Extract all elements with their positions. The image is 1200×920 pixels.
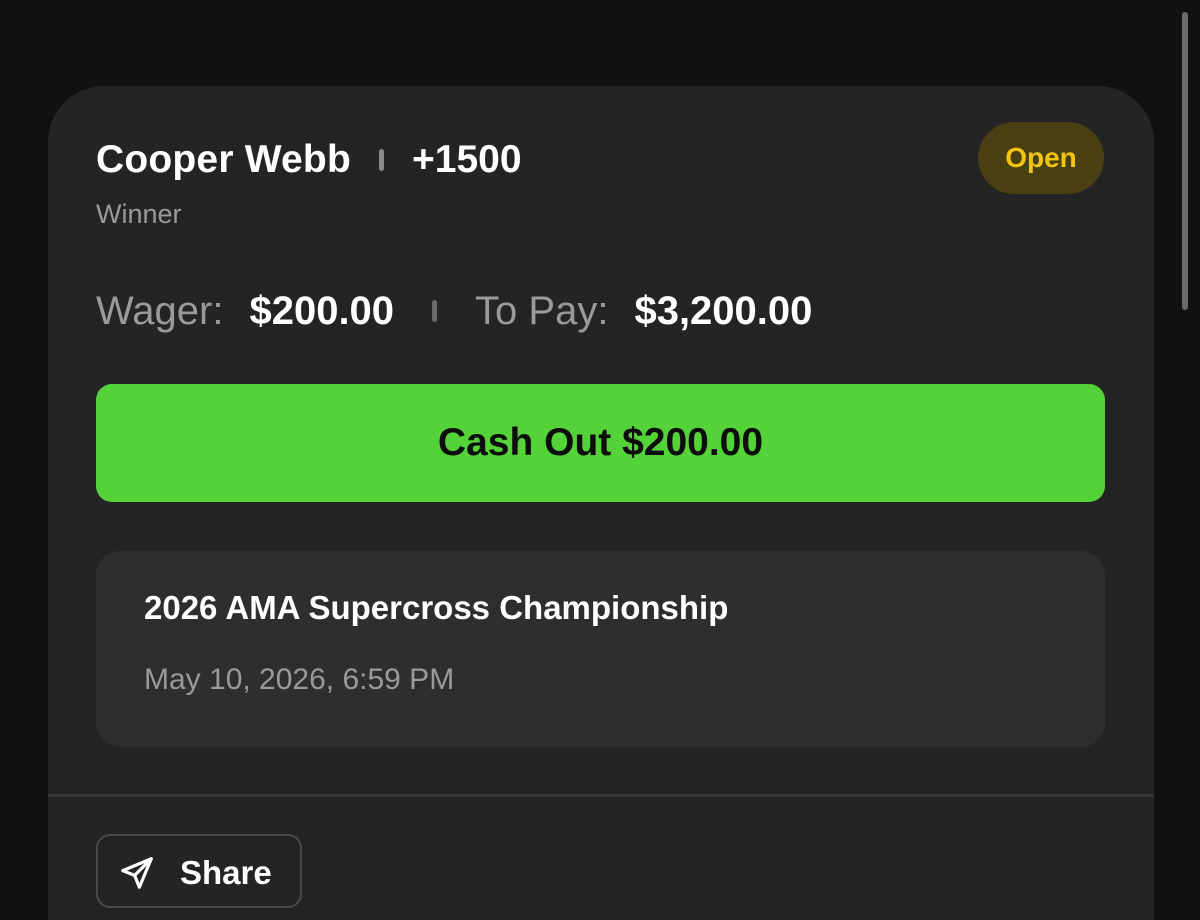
event-datetime: May 10, 2026, 6:59 PM: [144, 663, 455, 696]
cash-out-button[interactable]: Cash Out $200.00: [96, 384, 1105, 502]
to-pay-label: To Pay:: [475, 288, 609, 333]
event-info[interactable]: 2026 AMA Supercross Championship May 10,…: [96, 551, 1105, 747]
send-icon: [118, 854, 156, 892]
selection-name: Cooper Webb: [96, 138, 351, 181]
event-name: 2026 AMA Supercross Championship: [144, 589, 729, 626]
bet-slip-page: Cooper Webb +1500 Winner Open Wager: $20…: [0, 0, 1200, 920]
status-badge: Open: [978, 122, 1104, 194]
wager-label: Wager:: [96, 288, 224, 333]
divider: [48, 794, 1154, 797]
to-pay-value: $3,200.00: [634, 288, 813, 333]
amounts-separator: [432, 300, 438, 322]
header-separator: [378, 149, 384, 171]
share-button[interactable]: Share: [96, 834, 302, 908]
bet-card: Cooper Webb +1500 Winner Open Wager: $20…: [48, 86, 1154, 920]
wager-value: $200.00: [249, 288, 395, 333]
bet-header: Cooper Webb +1500: [96, 138, 522, 182]
share-label: Share: [180, 854, 272, 891]
odds-value: +1500: [411, 138, 522, 181]
amounts-row: Wager: $200.00 To Pay: $3,200.00: [96, 286, 812, 336]
market-type: Winner: [96, 199, 182, 229]
scrollbar-thumb[interactable]: [1182, 12, 1188, 310]
